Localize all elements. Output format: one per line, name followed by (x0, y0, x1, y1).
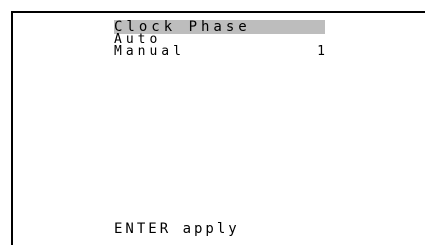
osd-screen: Clock Phase Auto Manual 1 ENTER apply (0, 0, 425, 245)
menu-item-manual-label: Manual (114, 44, 185, 59)
menu-item-manual[interactable]: Manual 1 (114, 44, 325, 59)
manual-value: 1 (317, 44, 325, 59)
footer-hint: ENTER apply (114, 221, 240, 237)
